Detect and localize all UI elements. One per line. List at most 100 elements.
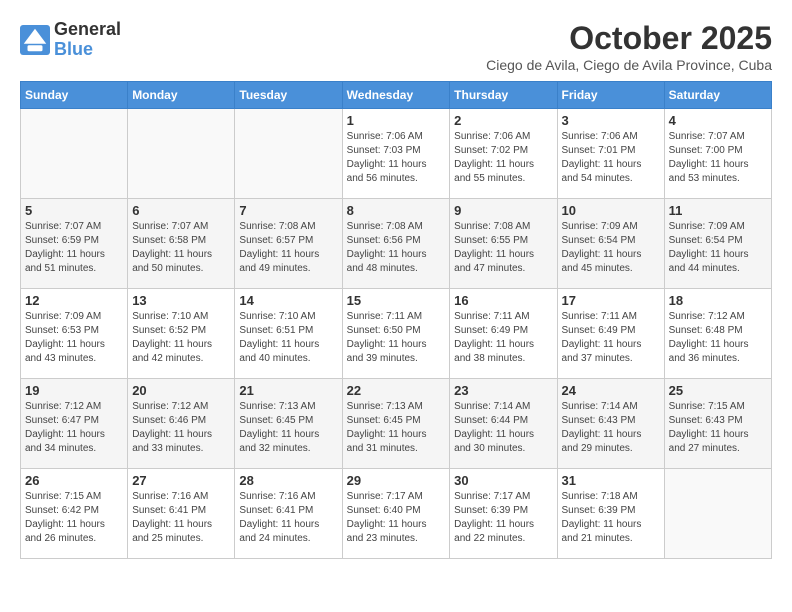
calendar-cell: 22Sunrise: 7:13 AM Sunset: 6:45 PM Dayli… <box>342 379 450 469</box>
col-saturday: Saturday <box>664 82 771 109</box>
calendar-cell: 11 Sunrise: 7:09 AM Sunset: 6:54 PM Dayli… <box>664 199 771 289</box>
calendar-cell: 3 Sunrise: 7:06 AM Sunset: 7:01 PM Daylig… <box>557 109 664 199</box>
col-friday: Friday <box>557 82 664 109</box>
calendar-cell: 4Sunrise: 7:07 AM Sunset: 7:00 PM Daylig… <box>664 109 771 199</box>
day-number: 27 <box>132 473 230 488</box>
day-number: 2 <box>454 113 552 128</box>
day-info: Sunrise: 7:14 AM Sunset: 6:43 PM Dayligh… <box>562 400 660 456</box>
calendar-cell: 21Sunrise: 7:13 AM Sunset: 6:45 PM Dayli… <box>235 379 342 469</box>
day-info: Sunrise: 7:07 AM Sunset: 6:59 PM Dayligh… <box>25 220 123 276</box>
col-tuesday: Tuesday <box>235 82 342 109</box>
day-number: 9 <box>454 203 552 218</box>
calendar: Sunday Monday Tuesday Wednesday Thursday… <box>20 81 772 559</box>
day-number: 14 <box>239 293 337 308</box>
day-info: Sunrise: 7:07 AM Sunset: 7:00 PM Dayligh… <box>669 130 767 186</box>
day-number: 29 <box>347 473 446 488</box>
day-info: Sunrise: 7:06 AM Sunset: 7:01 PM Dayligh… <box>562 130 660 186</box>
logo-text: General Blue <box>54 20 121 60</box>
calendar-cell: 15 Sunrise: 7:11 AM Sunset: 6:50 PM Dayli… <box>342 289 450 379</box>
day-number: 7 <box>239 203 337 218</box>
calendar-cell: 26 Sunrise: 7:15 AM Sunset: 6:42 PM Dayli… <box>21 469 128 559</box>
day-number: 20 <box>132 383 230 398</box>
day-number: 16 <box>454 293 552 308</box>
day-info: Sunrise: 7:12 AM Sunset: 6:47 PM Dayligh… <box>25 400 123 456</box>
calendar-cell: 23 Sunrise: 7:14 AM Sunset: 6:44 PM Dayli… <box>450 379 557 469</box>
location-title: Ciego de Avila, Ciego de Avila Province,… <box>486 57 772 73</box>
col-thursday: Thursday <box>450 82 557 109</box>
calendar-week-3: 12 Sunrise: 7:09 AM Sunset: 6:53 PM Dayli… <box>21 289 772 379</box>
col-wednesday: Wednesday <box>342 82 450 109</box>
day-info: Sunrise: 7:08 AM Sunset: 6:57 PM Dayligh… <box>239 220 337 276</box>
calendar-cell: 16 Sunrise: 7:11 AM Sunset: 6:49 PM Dayli… <box>450 289 557 379</box>
day-info: Sunrise: 7:11 AM Sunset: 6:49 PM Dayligh… <box>562 310 660 366</box>
day-info: Sunrise: 7:17 AM Sunset: 6:40 PM Dayligh… <box>347 490 446 546</box>
calendar-cell: 19 Sunrise: 7:12 AM Sunset: 6:47 PM Dayli… <box>21 379 128 469</box>
day-number: 15 <box>347 293 446 308</box>
day-number: 18 <box>669 293 767 308</box>
day-info: Sunrise: 7:14 AM Sunset: 6:44 PM Dayligh… <box>454 400 552 456</box>
day-info: Sunrise: 7:09 AM Sunset: 6:53 PM Dayligh… <box>25 310 123 366</box>
calendar-cell: 27 Sunrise: 7:16 AM Sunset: 6:41 PM Dayli… <box>128 469 235 559</box>
day-info: Sunrise: 7:17 AM Sunset: 6:39 PM Dayligh… <box>454 490 552 546</box>
day-info: Sunrise: 7:10 AM Sunset: 6:51 PM Dayligh… <box>239 310 337 366</box>
day-number: 23 <box>454 383 552 398</box>
calendar-cell <box>235 109 342 199</box>
day-number: 30 <box>454 473 552 488</box>
calendar-cell: 8 Sunrise: 7:08 AM Sunset: 6:56 PM Daylig… <box>342 199 450 289</box>
day-info: Sunrise: 7:10 AM Sunset: 6:52 PM Dayligh… <box>132 310 230 366</box>
day-info: Sunrise: 7:08 AM Sunset: 6:56 PM Dayligh… <box>347 220 446 276</box>
day-number: 8 <box>347 203 446 218</box>
day-info: Sunrise: 7:09 AM Sunset: 6:54 PM Dayligh… <box>669 220 767 276</box>
day-number: 19 <box>25 383 123 398</box>
day-info: Sunrise: 7:06 AM Sunset: 7:03 PM Dayligh… <box>347 130 446 186</box>
calendar-cell <box>664 469 771 559</box>
day-number: 22 <box>347 383 446 398</box>
day-number: 12 <box>25 293 123 308</box>
day-info: Sunrise: 7:18 AM Sunset: 6:39 PM Dayligh… <box>562 490 660 546</box>
calendar-cell: 14 Sunrise: 7:10 AM Sunset: 6:51 PM Dayli… <box>235 289 342 379</box>
day-number: 26 <box>25 473 123 488</box>
calendar-week-1: 1 Sunrise: 7:06 AM Sunset: 7:03 PM Daylig… <box>21 109 772 199</box>
calendar-cell: 29 Sunrise: 7:17 AM Sunset: 6:40 PM Dayli… <box>342 469 450 559</box>
day-info: Sunrise: 7:16 AM Sunset: 6:41 PM Dayligh… <box>239 490 337 546</box>
calendar-cell: 25 Sunrise: 7:15 AM Sunset: 6:43 PM Dayli… <box>664 379 771 469</box>
day-info: Sunrise: 7:08 AM Sunset: 6:55 PM Dayligh… <box>454 220 552 276</box>
day-number: 11 <box>669 203 767 218</box>
day-number: 3 <box>562 113 660 128</box>
day-info: Sunrise: 7:09 AM Sunset: 6:54 PM Dayligh… <box>562 220 660 276</box>
calendar-cell: 17Sunrise: 7:11 AM Sunset: 6:49 PM Dayli… <box>557 289 664 379</box>
calendar-cell <box>128 109 235 199</box>
calendar-cell: 1 Sunrise: 7:06 AM Sunset: 7:03 PM Daylig… <box>342 109 450 199</box>
day-number: 31 <box>562 473 660 488</box>
day-info: Sunrise: 7:11 AM Sunset: 6:49 PM Dayligh… <box>454 310 552 366</box>
day-info: Sunrise: 7:12 AM Sunset: 6:48 PM Dayligh… <box>669 310 767 366</box>
logo: General Blue <box>20 20 121 60</box>
day-info: Sunrise: 7:13 AM Sunset: 6:45 PM Dayligh… <box>239 400 337 456</box>
calendar-cell: 13 Sunrise: 7:10 AM Sunset: 6:52 PM Dayli… <box>128 289 235 379</box>
calendar-cell: 30 Sunrise: 7:17 AM Sunset: 6:39 PM Dayli… <box>450 469 557 559</box>
calendar-header-row: Sunday Monday Tuesday Wednesday Thursday… <box>21 82 772 109</box>
calendar-cell: 28 Sunrise: 7:16 AM Sunset: 6:41 PM Dayli… <box>235 469 342 559</box>
month-title: October 2025 <box>486 20 772 57</box>
calendar-cell: 10Sunrise: 7:09 AM Sunset: 6:54 PM Dayli… <box>557 199 664 289</box>
calendar-cell: 20 Sunrise: 7:12 AM Sunset: 6:46 PM Dayli… <box>128 379 235 469</box>
day-info: Sunrise: 7:15 AM Sunset: 6:43 PM Dayligh… <box>669 400 767 456</box>
day-info: Sunrise: 7:06 AM Sunset: 7:02 PM Dayligh… <box>454 130 552 186</box>
day-info: Sunrise: 7:16 AM Sunset: 6:41 PM Dayligh… <box>132 490 230 546</box>
page-header: General Blue October 2025 Ciego de Avila… <box>20 20 772 73</box>
col-monday: Monday <box>128 82 235 109</box>
day-number: 13 <box>132 293 230 308</box>
day-number: 24 <box>562 383 660 398</box>
calendar-week-4: 19 Sunrise: 7:12 AM Sunset: 6:47 PM Dayli… <box>21 379 772 469</box>
day-info: Sunrise: 7:15 AM Sunset: 6:42 PM Dayligh… <box>25 490 123 546</box>
day-info: Sunrise: 7:12 AM Sunset: 6:46 PM Dayligh… <box>132 400 230 456</box>
day-number: 28 <box>239 473 337 488</box>
day-number: 1 <box>347 113 446 128</box>
logo-icon <box>20 25 50 55</box>
col-sunday: Sunday <box>21 82 128 109</box>
day-number: 25 <box>669 383 767 398</box>
day-number: 5 <box>25 203 123 218</box>
calendar-cell: 24 Sunrise: 7:14 AM Sunset: 6:43 PM Dayli… <box>557 379 664 469</box>
day-info: Sunrise: 7:11 AM Sunset: 6:50 PM Dayligh… <box>347 310 446 366</box>
calendar-week-5: 26 Sunrise: 7:15 AM Sunset: 6:42 PM Dayli… <box>21 469 772 559</box>
